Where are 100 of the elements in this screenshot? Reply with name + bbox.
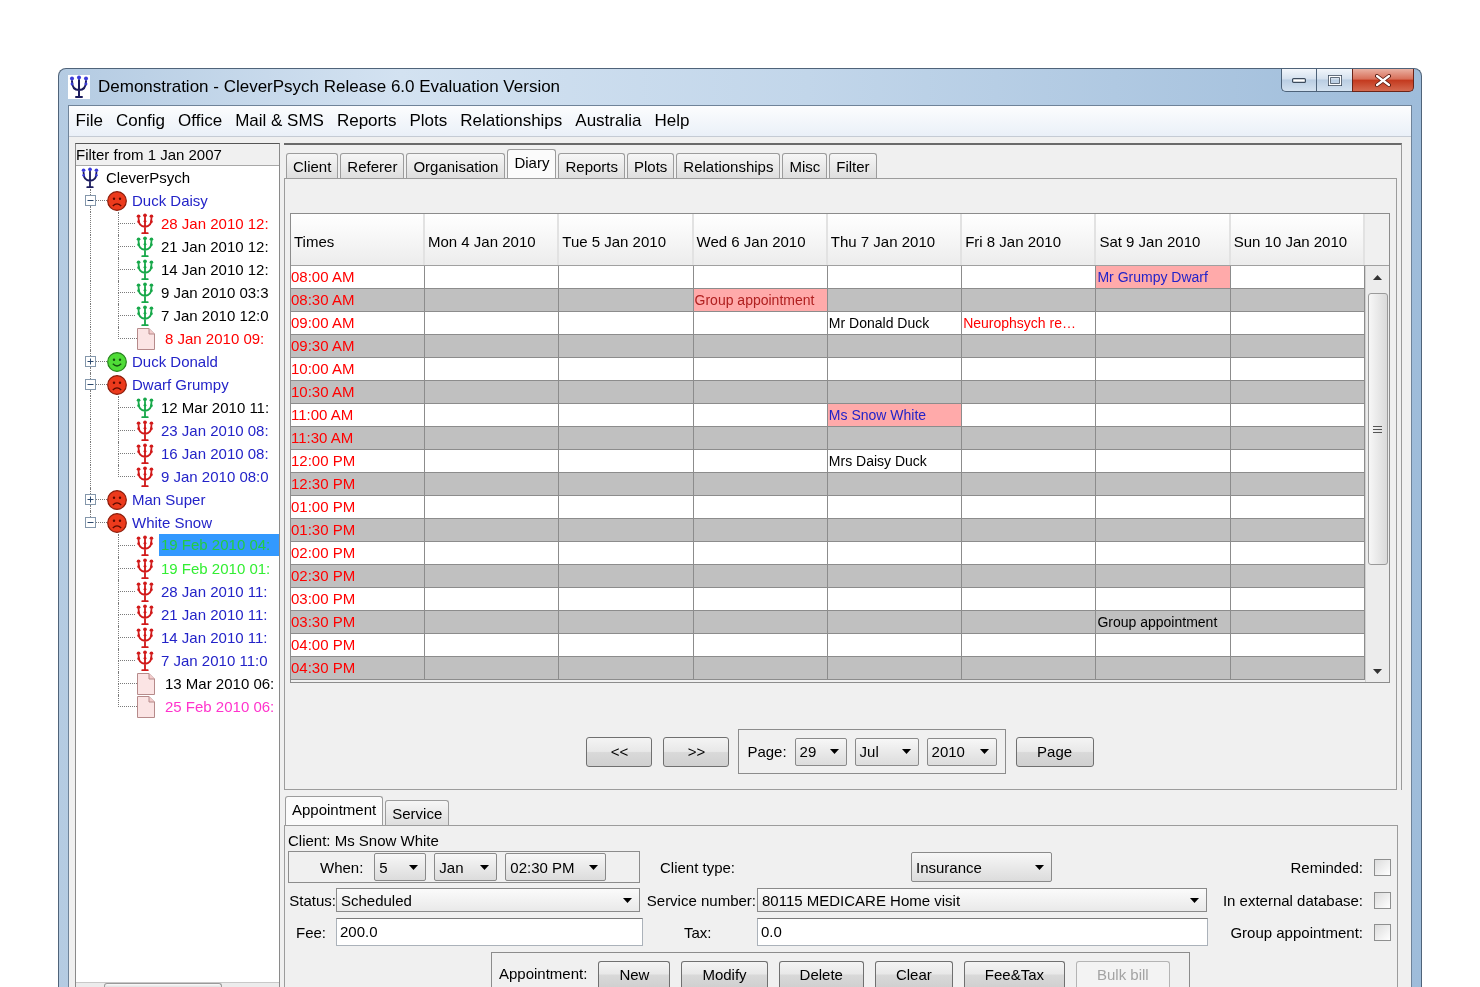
tree-toggle-icon[interactable] (85, 494, 96, 505)
month-dropdown[interactable]: Jan (434, 853, 498, 881)
caret-icon (1035, 864, 1044, 870)
status-dropdown[interactable]: Scheduled (336, 888, 640, 912)
tree-item[interactable]: 8 Jan 2010 09: (165, 329, 265, 348)
tree-item[interactable]: 23 Jan 2010 08: (161, 421, 269, 440)
time-cell: 01:30 PM (291, 519, 425, 541)
day-dropdown[interactable]: 5 (374, 853, 427, 881)
frowning-face-icon (107, 374, 127, 395)
minimize-button[interactable] (1281, 69, 1316, 92)
day-dropdown[interactable]: 29 (794, 737, 847, 766)
form-label: Service number: (646, 891, 756, 909)
year-dropdown[interactable]: 2010 (926, 737, 997, 766)
tree-toggle-icon[interactable] (85, 379, 96, 390)
tab[interactable]: Diary (507, 149, 557, 178)
tree-item[interactable]: 12 Mar 2010 11: (161, 398, 270, 417)
form-label: Group appointment: (1230, 923, 1363, 941)
tree-item[interactable]: 14 Jan 2010 11: (161, 628, 268, 647)
client-type-dropdown[interactable]: Insurance (911, 852, 1052, 882)
fee-field[interactable]: 200.0 (336, 918, 643, 946)
trident-icon (135, 258, 155, 281)
form-label: Reminded: (1290, 858, 1363, 876)
scrollbar-thumb[interactable] (1367, 293, 1388, 565)
menu-item[interactable]: File (69, 111, 110, 131)
checkbox[interactable] (1374, 891, 1391, 909)
tree-toggle-icon[interactable] (85, 356, 96, 367)
tree-item[interactable]: White Snow (132, 513, 213, 532)
tree-item[interactable]: 21 Jan 2010 11: (161, 605, 268, 624)
tree-item[interactable]: Duck Donald (132, 352, 218, 371)
tree-item[interactable]: 28 Jan 2010 12: (161, 214, 269, 233)
tab[interactable]: Filter (829, 153, 877, 178)
appointment-entry[interactable]: Group appointment (694, 292, 815, 308)
time-cell: 02:30 PM (291, 565, 425, 587)
caret-icon (829, 749, 839, 754)
tab[interactable]: Service (385, 800, 450, 825)
action-button[interactable]: Clear (874, 961, 953, 987)
trident-icon (135, 534, 155, 557)
menu-item[interactable]: Config (109, 111, 172, 131)
menu-item[interactable]: Office (171, 111, 229, 131)
menu-item[interactable]: Help (647, 111, 696, 131)
menu-item[interactable]: Plots (402, 111, 454, 131)
tree-toggle-icon[interactable] (85, 195, 96, 206)
tab[interactable]: Reports (558, 153, 625, 178)
tree-item[interactable]: 16 Jan 2010 08: (161, 444, 269, 463)
tree-item[interactable]: 7 Jan 2010 12:0 (161, 306, 269, 325)
appointment-entry[interactable]: Ms Snow White (828, 407, 927, 423)
trident-icon (135, 212, 155, 235)
appointment-entry[interactable]: Mrs Daisy Duck (828, 453, 927, 469)
tab[interactable]: Client (286, 153, 339, 178)
menu-item[interactable]: Mail & SMS (228, 111, 331, 131)
tree-item[interactable]: 21 Jan 2010 12: (161, 237, 269, 256)
tree-item[interactable]: Man Super (132, 490, 206, 509)
tree-item[interactable]: 9 Jan 2010 08:0 (161, 467, 269, 486)
tree-item[interactable]: 28 Jan 2010 11: (161, 582, 268, 601)
scrollbar-thumb[interactable] (104, 983, 222, 987)
menu-item[interactable]: Relationships (453, 111, 569, 131)
menu-item[interactable]: Australia (568, 111, 648, 131)
maximize-button[interactable] (1316, 69, 1352, 92)
appointment-entry[interactable]: Group appointment (1097, 614, 1218, 630)
tree-item[interactable]: 14 Jan 2010 12: (161, 260, 269, 279)
tree-item[interactable]: Duck Daisy (132, 191, 208, 210)
caret-icon (589, 864, 599, 870)
form-label: Tax: (684, 923, 712, 941)
caret-icon (409, 864, 419, 870)
action-button[interactable]: Fee&Tax (963, 961, 1065, 987)
next-page-button[interactable]: >> (663, 736, 730, 767)
tax-field[interactable]: 0.0 (757, 918, 1208, 946)
tree-item[interactable]: Dwarf Grumpy (132, 375, 229, 394)
time-dropdown[interactable]: 02:30 PM (505, 853, 607, 881)
time-cell: 03:30 PM (291, 611, 425, 633)
scrollbar[interactable] (1365, 266, 1389, 682)
tree-item[interactable]: 13 Mar 2010 06: (165, 674, 275, 693)
checkbox[interactable] (1374, 923, 1391, 941)
appointment-entry[interactable]: Mr Grumpy Dwarf (1097, 269, 1208, 285)
tree-toggle-icon[interactable] (85, 517, 96, 528)
page-button[interactable]: Page (1015, 736, 1094, 767)
time-cell: 01:00 PM (291, 496, 425, 518)
tab[interactable]: Referer (340, 153, 405, 178)
column-header: Times (291, 214, 425, 265)
appointment-entry[interactable]: Neurophsych re… (963, 315, 1076, 331)
previous-page-button[interactable]: << (586, 736, 653, 767)
filter-header: Filter from 1 Jan 2007 (76, 144, 279, 166)
tab[interactable]: Misc (782, 153, 828, 178)
close-button[interactable] (1352, 69, 1414, 92)
action-button[interactable]: Delete (778, 961, 864, 987)
appointment-entry[interactable]: Mr Donald Duck (828, 315, 930, 331)
tree-item[interactable]: 7 Jan 2010 11:0 (161, 651, 268, 670)
month-dropdown[interactable]: Jul (854, 737, 919, 766)
action-button[interactable]: New (598, 961, 671, 987)
tree-item[interactable]: CleverPsych (106, 168, 191, 187)
tab[interactable]: Appointment (285, 796, 384, 825)
tab[interactable]: Organisation (406, 153, 506, 178)
service-number-dropdown[interactable]: 80115 MEDICARE Home visit (757, 888, 1207, 912)
action-button[interactable]: Modify (681, 961, 768, 987)
tree-item[interactable]: 9 Jan 2010 03:3 (161, 283, 269, 302)
menu-item[interactable]: Reports (330, 111, 403, 131)
horizontal-scrollbar[interactable] (76, 982, 279, 987)
checkbox[interactable] (1374, 858, 1391, 876)
tab[interactable]: Plots (627, 153, 675, 178)
tab[interactable]: Relationships (676, 153, 781, 178)
